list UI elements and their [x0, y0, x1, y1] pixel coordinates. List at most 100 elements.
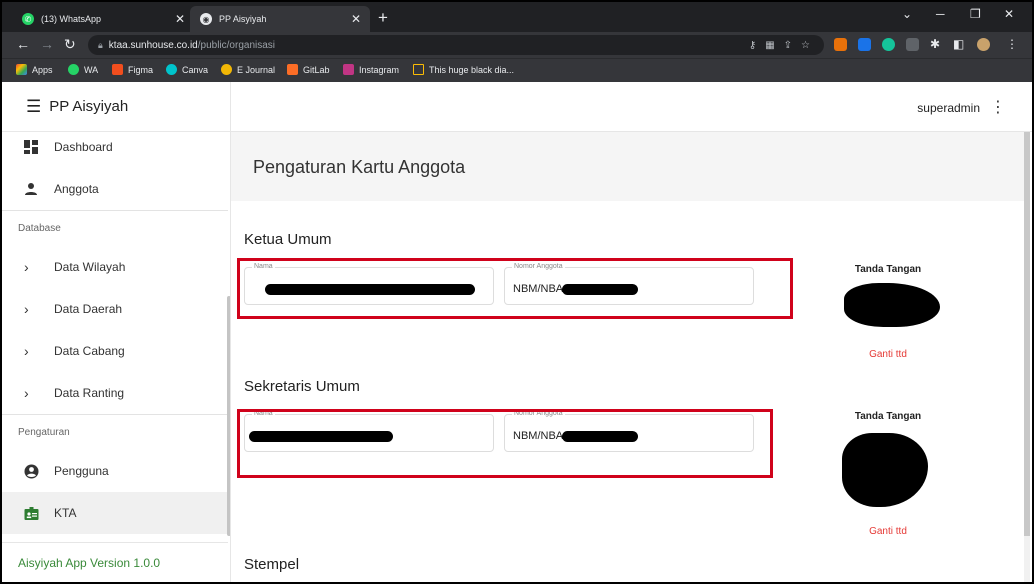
section-title-ketua-umum: Ketua Umum — [244, 231, 332, 248]
globe-icon: ◉ — [200, 13, 212, 25]
forward-icon[interactable]: → — [40, 36, 54, 52]
more-vert-icon[interactable]: ⋮ — [990, 97, 1006, 117]
figma-icon — [112, 64, 123, 75]
sidebar-item-dashboard[interactable]: Dashboard — [2, 126, 228, 168]
browser-menu-icon[interactable]: ⋮ — [1006, 37, 1018, 51]
translate-icon[interactable]: ▦ — [765, 40, 774, 51]
ejournal-icon — [221, 64, 232, 75]
key-icon[interactable]: ⚷ — [749, 40, 756, 51]
chevron-right-icon: › — [24, 301, 29, 317]
sidebar: ☰ PP Aisyiyah Dashboard Anggota Database… — [2, 82, 231, 582]
content-scrollbar[interactable] — [1024, 132, 1030, 582]
apps-grid-icon — [16, 64, 27, 75]
tab-whatsapp[interactable]: ✆ (13) WhatsApp ✕ — [12, 6, 194, 32]
back-icon[interactable]: ← — [16, 36, 30, 52]
extension-gray-icon[interactable] — [906, 38, 919, 51]
ganti-ttd-link[interactable]: Ganti ttd — [828, 349, 948, 360]
username[interactable]: superadmin — [917, 101, 980, 115]
sidebar-item-data-cabang[interactable]: › Data Cabang — [2, 330, 228, 372]
sidebar-section-database: Database — [18, 223, 61, 234]
page-title: Pengaturan Kartu Anggota — [253, 157, 466, 177]
tab-pp-aisyiyah[interactable]: ◉ PP Aisyiyah ✕ — [190, 6, 370, 32]
sidebar-item-anggota[interactable]: Anggota — [2, 168, 228, 210]
sidebar-item-data-daerah[interactable]: › Data Daerah — [2, 288, 228, 330]
extension-sc-icon[interactable] — [834, 38, 847, 51]
section-title-sekretaris-umum: Sekretaris Umum — [244, 378, 360, 395]
grammarly-icon[interactable] — [882, 38, 895, 51]
sidebar-item-label: Data Wilayah — [54, 260, 126, 274]
chevron-right-icon: › — [24, 343, 29, 359]
bookmark-ejournal[interactable]: E Journal — [221, 64, 275, 75]
sidebar-item-label: Anggota — [54, 182, 99, 196]
profile-avatar-icon[interactable] — [977, 38, 990, 51]
signature-image-sekretaris — [842, 433, 928, 507]
chevron-right-icon: › — [24, 385, 29, 401]
extension-blue-icon[interactable] — [858, 38, 871, 51]
app-version: Aisyiyah App Version 1.0.0 — [2, 542, 228, 582]
sidebar-item-data-wilayah[interactable]: › Data Wilayah — [2, 246, 228, 288]
bookmark-apps[interactable]: Apps — [16, 64, 53, 75]
signature-title: Tanda Tangan — [854, 264, 922, 275]
bookmark-label: Apps — [32, 64, 53, 75]
canva-icon — [166, 64, 177, 75]
instagram-icon — [343, 64, 354, 75]
bookmark-gitlab[interactable]: GitLab — [287, 64, 330, 75]
whatsapp-icon — [68, 64, 79, 75]
bookmark-label: GitLab — [303, 64, 330, 75]
bookmark-label: Canva — [182, 64, 209, 75]
sidebar-item-pengguna[interactable]: Pengguna — [2, 450, 228, 492]
brand-title: PP Aisyiyah — [49, 98, 129, 115]
sidebar-section-pengaturan: Pengaturan — [18, 427, 70, 438]
gitlab-icon — [287, 64, 298, 75]
person-icon — [2, 182, 54, 196]
bookmark-instagram[interactable]: Instagram — [343, 64, 399, 75]
whatsapp-icon: ✆ — [22, 13, 34, 25]
sidebar-item-data-ranting[interactable]: › Data Ranting — [2, 372, 228, 414]
browser-window: ✆ (13) WhatsApp ✕ ◉ PP Aisyiyah ✕ + ⌄ ─ … — [2, 2, 1032, 582]
signature-image-ketua — [844, 283, 940, 327]
bookmark-label: E Journal — [237, 64, 276, 75]
browser-toolbar: ← → ↻ 🔒︎ ktaa.sunhouse.co.id /public/org… — [2, 32, 1032, 58]
bookmark-label: This huge black dia... — [429, 64, 515, 75]
bookmark-figma[interactable]: Figma — [112, 64, 153, 75]
dashboard-icon — [2, 140, 54, 154]
sidebar-item-label: Data Daerah — [54, 302, 123, 316]
scrollbar-thumb[interactable] — [1024, 132, 1030, 536]
sidebar-header: ☰ PP Aisyiyah — [2, 82, 230, 132]
tab-title: PP Aisyiyah — [219, 14, 267, 24]
address-bar[interactable]: 🔒︎ ktaa.sunhouse.co.id /public/organisas… — [88, 35, 824, 55]
share-icon[interactable]: ⇪ — [784, 40, 792, 51]
section-title-stempel: Stempel — [244, 556, 300, 573]
side-panel-icon[interactable]: ◧ — [953, 37, 964, 51]
badge-icon — [2, 506, 54, 521]
sidebar-item-kta[interactable]: KTA — [2, 492, 228, 534]
ganti-ttd-link[interactable]: Ganti ttd — [828, 526, 948, 537]
close-icon[interactable]: ✕ — [172, 12, 188, 26]
restore-icon[interactable]: ❐ — [970, 7, 981, 21]
hamburger-menu-icon[interactable]: ☰ — [26, 97, 41, 117]
sidebar-item-label: Data Ranting — [54, 386, 125, 400]
bookmark-label: Instagram — [359, 64, 400, 75]
bookmark-note-icon — [413, 64, 424, 75]
bookmark-canva[interactable]: Canva — [166, 64, 208, 75]
bookmark-wa[interactable]: WA — [68, 64, 98, 75]
sidebar-item-label: KTA — [54, 506, 77, 520]
new-tab-icon[interactable]: + — [378, 8, 388, 28]
sidebar-divider — [2, 414, 228, 415]
star-icon[interactable]: ☆ — [801, 40, 810, 51]
extensions-puzzle-icon[interactable]: ✱ — [930, 37, 940, 51]
app-root: ☰ PP Aisyiyah Dashboard Anggota Database… — [2, 82, 1032, 582]
reload-icon[interactable]: ↻ — [64, 36, 76, 53]
tab-search-icon[interactable]: ⌄ — [902, 7, 912, 21]
sidebar-item-label: Dashboard — [54, 140, 113, 154]
page-header: Pengaturan Kartu Anggota — [231, 132, 1024, 201]
bookmark-note[interactable]: This huge black dia... — [413, 64, 514, 75]
chevron-right-icon: › — [24, 259, 29, 275]
window-close-icon[interactable]: ✕ — [1004, 7, 1014, 21]
signature-title: Tanda Tangan — [854, 411, 922, 422]
sidebar-item-label: Data Cabang — [54, 344, 125, 358]
main-content: Pengaturan Kartu Anggota Ketua Umum Nama… — [231, 132, 1032, 582]
close-icon[interactable]: ✕ — [348, 12, 364, 26]
url-host: ktaa.sunhouse.co.id — [108, 39, 198, 51]
minimize-icon[interactable]: ─ — [936, 7, 945, 21]
